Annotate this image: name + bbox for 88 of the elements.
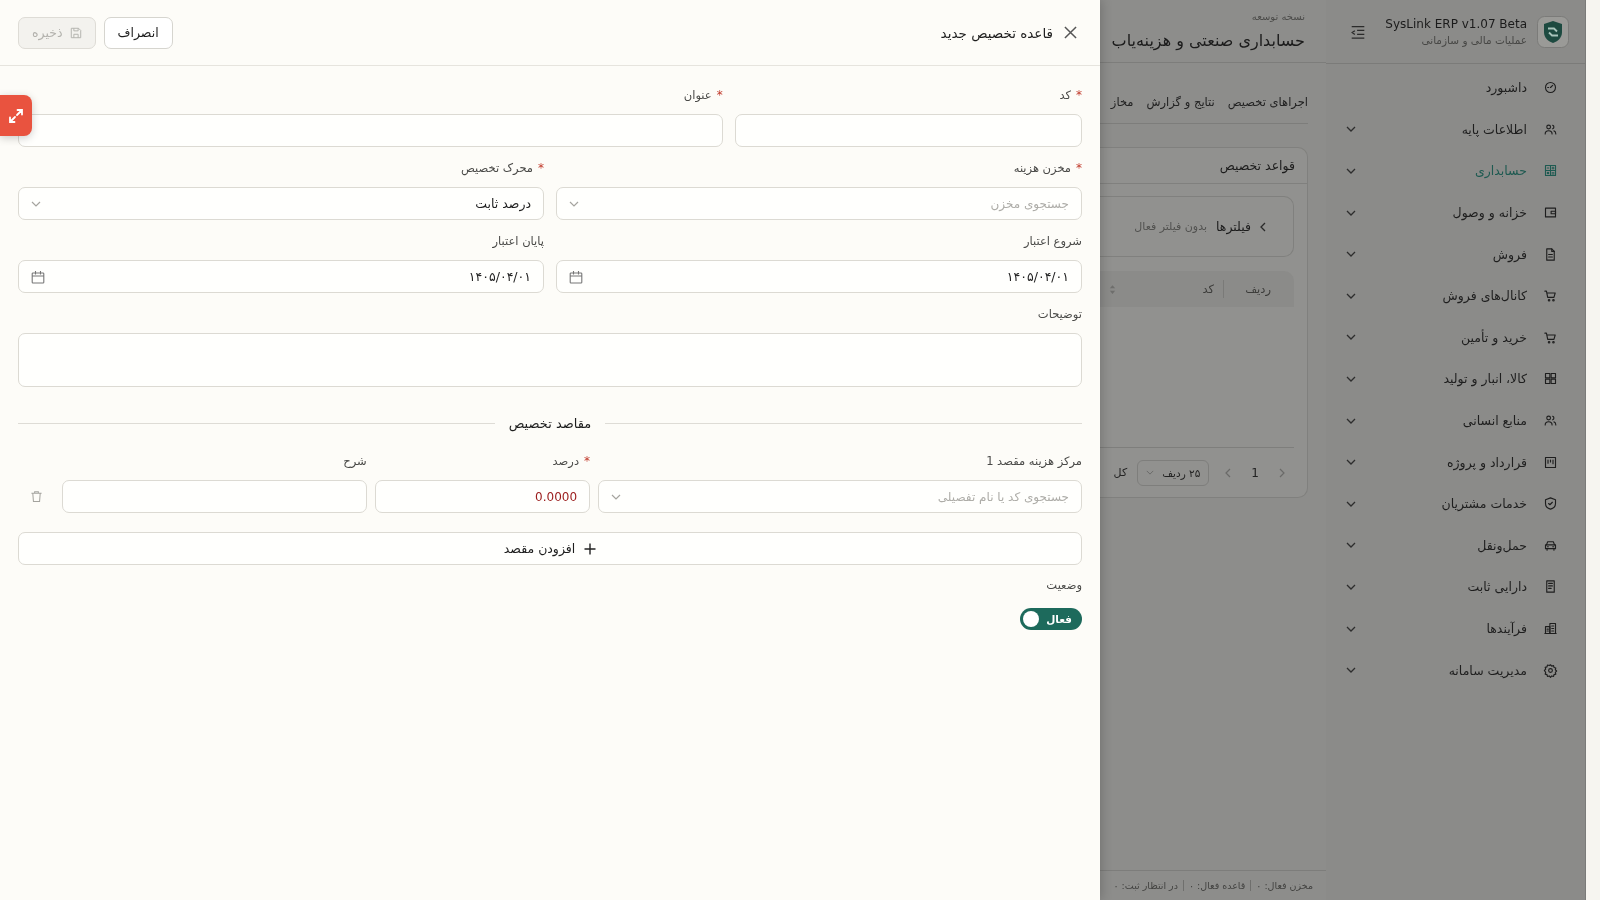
chevron-left-icon[interactable] — [1225, 467, 1232, 478]
date-field[interactable]: ۱۴۰۵/۰۴/۰۱ — [556, 260, 1082, 293]
select-field[interactable]: درصد ثابت — [18, 187, 544, 220]
required-asterisk: * — [538, 160, 544, 176]
nav-item[interactable]: حمل‌ونقل — [1326, 524, 1585, 567]
status-item: قاعده فعال: ۰ — [1188, 880, 1252, 891]
field-label: پایان اعتبار — [492, 233, 544, 249]
nav-item[interactable]: خرید و تأمین — [1326, 316, 1585, 359]
section-title: مقاصد تخصیص — [507, 415, 593, 431]
page-title: حسابداری صنعتی و هزینه‌یاب — [1110, 30, 1305, 52]
board-icon — [1543, 454, 1558, 470]
text-input[interactable] — [62, 480, 367, 513]
shield-logo-icon — [1537, 15, 1569, 48]
nav-item[interactable]: اطلاعات پایه — [1326, 108, 1585, 151]
users-icon — [1543, 121, 1558, 137]
card-title: قواعد تخصیص — [1100, 148, 1307, 184]
chevron-right-icon[interactable] — [1279, 467, 1285, 478]
calendar-icon — [569, 269, 583, 284]
grid-icon — [1543, 371, 1558, 387]
nav-item[interactable]: کانال‌های فروش — [1326, 274, 1585, 317]
column-header: کد — [1202, 282, 1214, 296]
chevron-down-icon — [569, 200, 579, 207]
expand-arrows-icon — [8, 107, 24, 124]
nav-item[interactable]: فرآیندها — [1326, 607, 1585, 650]
date-field[interactable]: ۱۴۰۵/۰۴/۰۱ — [18, 260, 544, 293]
required-asterisk: * — [1076, 160, 1082, 176]
status-toggle[interactable]: فعال — [1020, 608, 1082, 630]
nav-item[interactable]: دارایی ثابت — [1326, 566, 1585, 608]
filter-summary: بدون فیلتر فعال — [1134, 220, 1208, 233]
cart-icon — [1543, 329, 1558, 345]
trash-icon[interactable] — [29, 490, 43, 503]
add-destination-button[interactable]: افزودن مقصد — [18, 532, 1082, 565]
tab[interactable]: نتایج و گزارش — [1146, 93, 1215, 113]
tab[interactable]: اجراهای تخصیص — [1227, 93, 1308, 113]
percent-input[interactable]: 0.0000 — [374, 480, 591, 513]
total-label: کل — [1113, 466, 1128, 479]
chevron-down-icon — [31, 200, 41, 207]
chevron-left-icon — [1260, 221, 1266, 232]
description-textarea[interactable] — [18, 333, 1082, 387]
chevron-down-icon — [611, 493, 622, 500]
filter-panel[interactable]: فیلترها بدون فیلتر فعال — [1100, 196, 1294, 257]
close-icon[interactable] — [1064, 26, 1077, 39]
text-input[interactable] — [734, 114, 1082, 147]
nav-item[interactable]: خزانه و وصول — [1326, 191, 1585, 234]
field-label: مخزن هزینه — [1013, 160, 1071, 176]
page-eyebrow: نسخه توسعه — [1250, 10, 1305, 24]
nav-item[interactable]: منابع انسانی — [1326, 399, 1585, 442]
field-label: توضیحات — [1037, 306, 1082, 322]
nav-item[interactable]: قرارداد و پروژه — [1326, 441, 1585, 483]
field-label: شرح — [343, 453, 367, 469]
buildings-icon — [1543, 621, 1558, 636]
plus-icon — [584, 542, 597, 555]
field-label: شروع اعتبار — [1023, 233, 1082, 249]
shield-check-icon — [1543, 496, 1558, 512]
calculator-icon — [1543, 163, 1558, 179]
gauge-icon — [1543, 80, 1558, 96]
nav-item[interactable]: مدیریت سامانه — [1326, 649, 1585, 691]
tab[interactable]: مخاز — [1110, 93, 1134, 113]
nav-item[interactable]: فروش — [1326, 233, 1585, 275]
wallet-icon — [1543, 205, 1558, 221]
required-asterisk: * — [584, 453, 591, 469]
page-size-select[interactable]: ۲۵ ردیف — [1137, 459, 1210, 486]
field-label: مرکز هزینه مقصد 1 — [986, 453, 1082, 469]
field-label: وضعیت — [1046, 577, 1082, 593]
cart-icon — [1543, 288, 1558, 304]
required-asterisk: * — [716, 87, 723, 103]
column-header: ردیف — [1245, 282, 1271, 296]
app-subtitle: عملیات مالی و سازمانی — [1420, 34, 1527, 46]
settings-icon — [1543, 662, 1558, 678]
nav-item[interactable]: خدمات مشتریان — [1326, 482, 1585, 525]
field-label: درصد — [552, 453, 580, 469]
app-title: SysLink ERP v1.07 Beta — [1385, 17, 1527, 31]
nav-item[interactable]: داشبورد — [1326, 67, 1585, 109]
chevron-down-icon — [1146, 470, 1155, 475]
list-document-icon — [1543, 579, 1558, 595]
filter-label: فیلترها — [1216, 219, 1251, 234]
text-input[interactable] — [18, 114, 723, 147]
nav-item[interactable]: کالا، انبار و تولید — [1326, 358, 1585, 400]
calendar-icon — [31, 269, 45, 284]
field-label: محرک تخصیص — [460, 160, 533, 176]
document-icon — [1543, 246, 1558, 262]
field-label: کد — [1059, 87, 1071, 103]
required-asterisk: * — [1076, 87, 1082, 103]
cancel-button[interactable]: انصراف — [103, 16, 173, 49]
sort-icon[interactable] — [1109, 283, 1116, 295]
drawer-title: قاعده تخصیص جدید — [940, 24, 1053, 41]
field-label: عنوان — [683, 87, 712, 103]
page-number[interactable]: 1 — [1251, 465, 1259, 480]
